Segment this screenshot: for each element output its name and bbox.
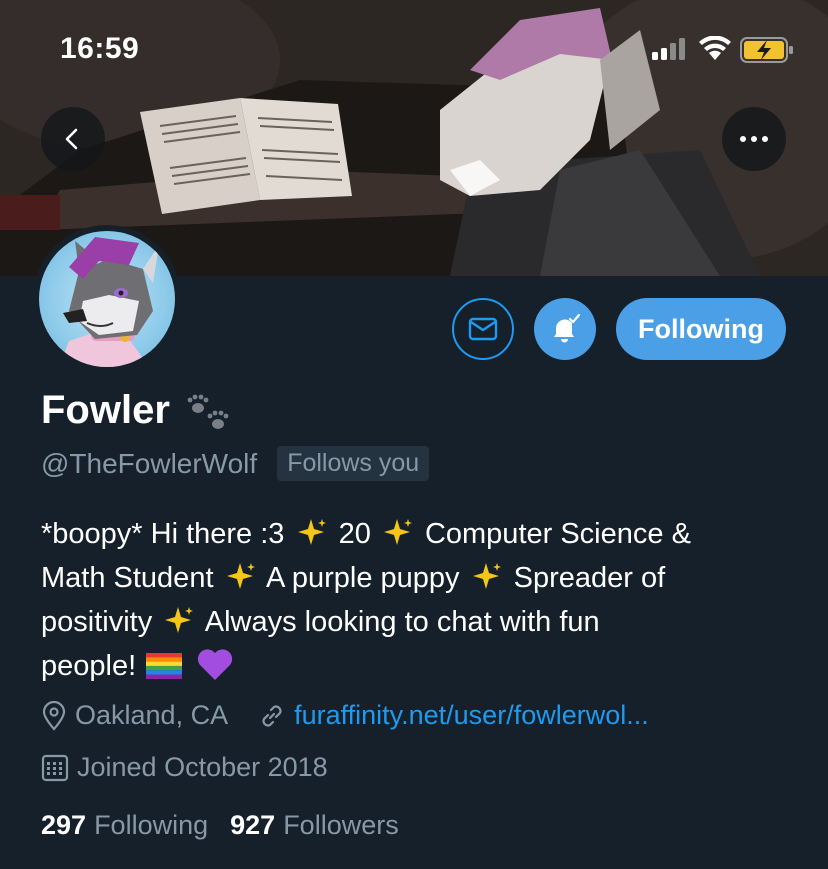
website-link[interactable]: furaffinity.net/user/fowlerwol... [294, 700, 649, 731]
bio-text: *boopy* Hi there :3 [41, 518, 285, 550]
joined-row: Joined October 2018 [41, 752, 328, 783]
handle-row: @TheFowlerWolf Follows you [41, 446, 430, 481]
status-bar: 16:59 [0, 0, 828, 96]
profile-bio: *boopy* Hi there :3 20 Computer Science … [41, 512, 801, 688]
following-label: Following [94, 810, 209, 840]
calendar-icon [41, 754, 69, 782]
rainbow-flag-icon [146, 653, 183, 679]
bio-text: 20 [338, 518, 371, 550]
location-pin-icon [41, 700, 67, 731]
bio-text: Computer Science & [424, 518, 691, 550]
bio-text: A purple puppy [266, 562, 460, 594]
paw-prints-icon [187, 394, 229, 429]
battery-charging-icon [740, 37, 793, 63]
envelope-icon [468, 317, 498, 341]
followers-count: 927 [230, 810, 276, 840]
follow-stats: 297 Following 927 Followers [41, 810, 399, 841]
status-time: 16:59 [60, 32, 140, 65]
chevron-left-icon [65, 128, 78, 150]
bio-text: Spreader of [513, 562, 666, 594]
bio-text: positivity [41, 606, 153, 638]
wifi-icon [699, 36, 731, 60]
following-count: 297 [41, 810, 87, 840]
followers-label: Followers [283, 810, 399, 840]
more-options-button[interactable] [722, 107, 786, 171]
followers-stat[interactable]: 927 Followers [230, 810, 399, 841]
name-row: Fowler [41, 386, 232, 434]
follows-you-badge: Follows you [277, 446, 430, 481]
more-horizontal-icon [740, 136, 768, 142]
bio-text: Math Student [41, 562, 214, 594]
profile-actions: Following [0, 298, 828, 362]
location-text: Oakland, CA [75, 700, 229, 730]
back-button[interactable] [41, 107, 105, 171]
sparkles-icon [383, 519, 412, 545]
username-handle: @TheFowlerWolf [41, 447, 258, 479]
display-name: Fowler [41, 387, 170, 432]
sparkles-icon [472, 563, 501, 589]
bio-text: people! [41, 650, 137, 682]
cellular-signal-icon [652, 38, 685, 60]
notifications-button[interactable] [534, 298, 596, 360]
bell-check-icon [554, 313, 581, 343]
following-button[interactable]: Following [616, 298, 786, 360]
bio-text: Always looking to chat with fun [204, 606, 600, 638]
following-stat[interactable]: 297 Following [41, 810, 208, 841]
purple-heart-icon [198, 649, 233, 680]
profile-meta: Oakland, CA furaffinity.net/user/fowlerw… [41, 700, 649, 731]
sparkles-icon [297, 519, 326, 545]
sparkles-icon [226, 563, 255, 589]
link-icon [258, 702, 286, 730]
joined-date: Joined October 2018 [77, 752, 328, 782]
sparkles-icon [165, 607, 194, 633]
message-button[interactable] [452, 298, 514, 360]
